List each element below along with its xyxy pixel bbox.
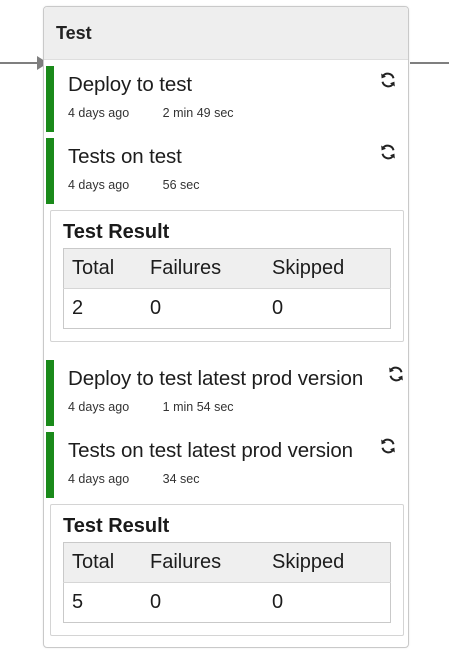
value-skipped[interactable]: 0	[264, 289, 391, 329]
header-skipped: Skipped	[264, 248, 391, 289]
incoming-connector-arrow	[0, 56, 48, 70]
header-failures: Failures	[142, 542, 264, 583]
job-duration: 1 min 54 sec	[162, 400, 234, 414]
job-meta: 4 days ago 34 sec	[68, 463, 408, 486]
table-header-row: Total Failures Skipped	[63, 542, 391, 583]
job-title[interactable]: Deploy to test latest prod version	[68, 360, 408, 391]
job-time-ago: 4 days ago	[68, 400, 130, 414]
job-meta: 4 days ago 2 min 49 sec	[68, 97, 408, 120]
value-skipped[interactable]: 0	[264, 583, 391, 623]
table-header-row: Total Failures Skipped	[63, 248, 391, 289]
pipeline-stage-card: Test Deploy to test 4 days ago 2 min 49 …	[43, 6, 409, 648]
job-item[interactable]: Deploy to test latest prod version 4 day…	[46, 360, 408, 426]
test-result-title: Test Result	[63, 221, 170, 243]
outgoing-connector-line	[410, 62, 449, 64]
table-row: 5 0 0	[64, 583, 391, 623]
refresh-icon[interactable]	[386, 364, 406, 384]
test-result-panel: Test Result Total Failures Skipped 2 0 0	[50, 210, 404, 342]
job-time-ago: 4 days ago	[68, 472, 130, 486]
value-total[interactable]: 2	[64, 289, 143, 329]
job-duration: 34 sec	[162, 472, 200, 486]
refresh-icon[interactable]	[378, 70, 398, 90]
header-skipped: Skipped	[264, 542, 391, 583]
job-duration: 2 min 49 sec	[162, 106, 234, 120]
header-total: Total	[63, 248, 142, 289]
job-item[interactable]: Tests on test latest prod version 4 days…	[46, 432, 408, 498]
job-meta: 4 days ago 1 min 54 sec	[68, 391, 408, 414]
job-time-ago: 4 days ago	[68, 106, 130, 120]
refresh-icon[interactable]	[378, 142, 398, 162]
test-result-title: Test Result	[63, 515, 170, 537]
value-failures[interactable]: 0	[142, 583, 264, 623]
header-failures: Failures	[142, 248, 264, 289]
job-title[interactable]: Deploy to test	[68, 66, 408, 97]
test-result-table: Total Failures Skipped 5 0 0	[63, 542, 391, 623]
test-result-panel: Test Result Total Failures Skipped 5 0 0	[50, 504, 404, 636]
job-item[interactable]: Deploy to test 4 days ago 2 min 49 sec	[46, 66, 408, 132]
job-title[interactable]: Tests on test latest prod version	[68, 432, 408, 463]
value-failures[interactable]: 0	[142, 289, 264, 329]
refresh-icon[interactable]	[378, 436, 398, 456]
job-meta: 4 days ago 56 sec	[68, 169, 408, 192]
test-result-table: Total Failures Skipped 2 0 0	[63, 248, 391, 329]
stage-title: Test	[56, 22, 92, 43]
job-duration: 56 sec	[162, 178, 200, 192]
stage-header: Test	[44, 7, 408, 60]
header-total: Total	[63, 542, 142, 583]
job-title[interactable]: Tests on test	[68, 138, 408, 169]
job-item[interactable]: Tests on test 4 days ago 56 sec	[46, 138, 408, 204]
table-row: 2 0 0	[64, 289, 391, 329]
value-total[interactable]: 5	[64, 583, 143, 623]
job-time-ago: 4 days ago	[68, 178, 130, 192]
